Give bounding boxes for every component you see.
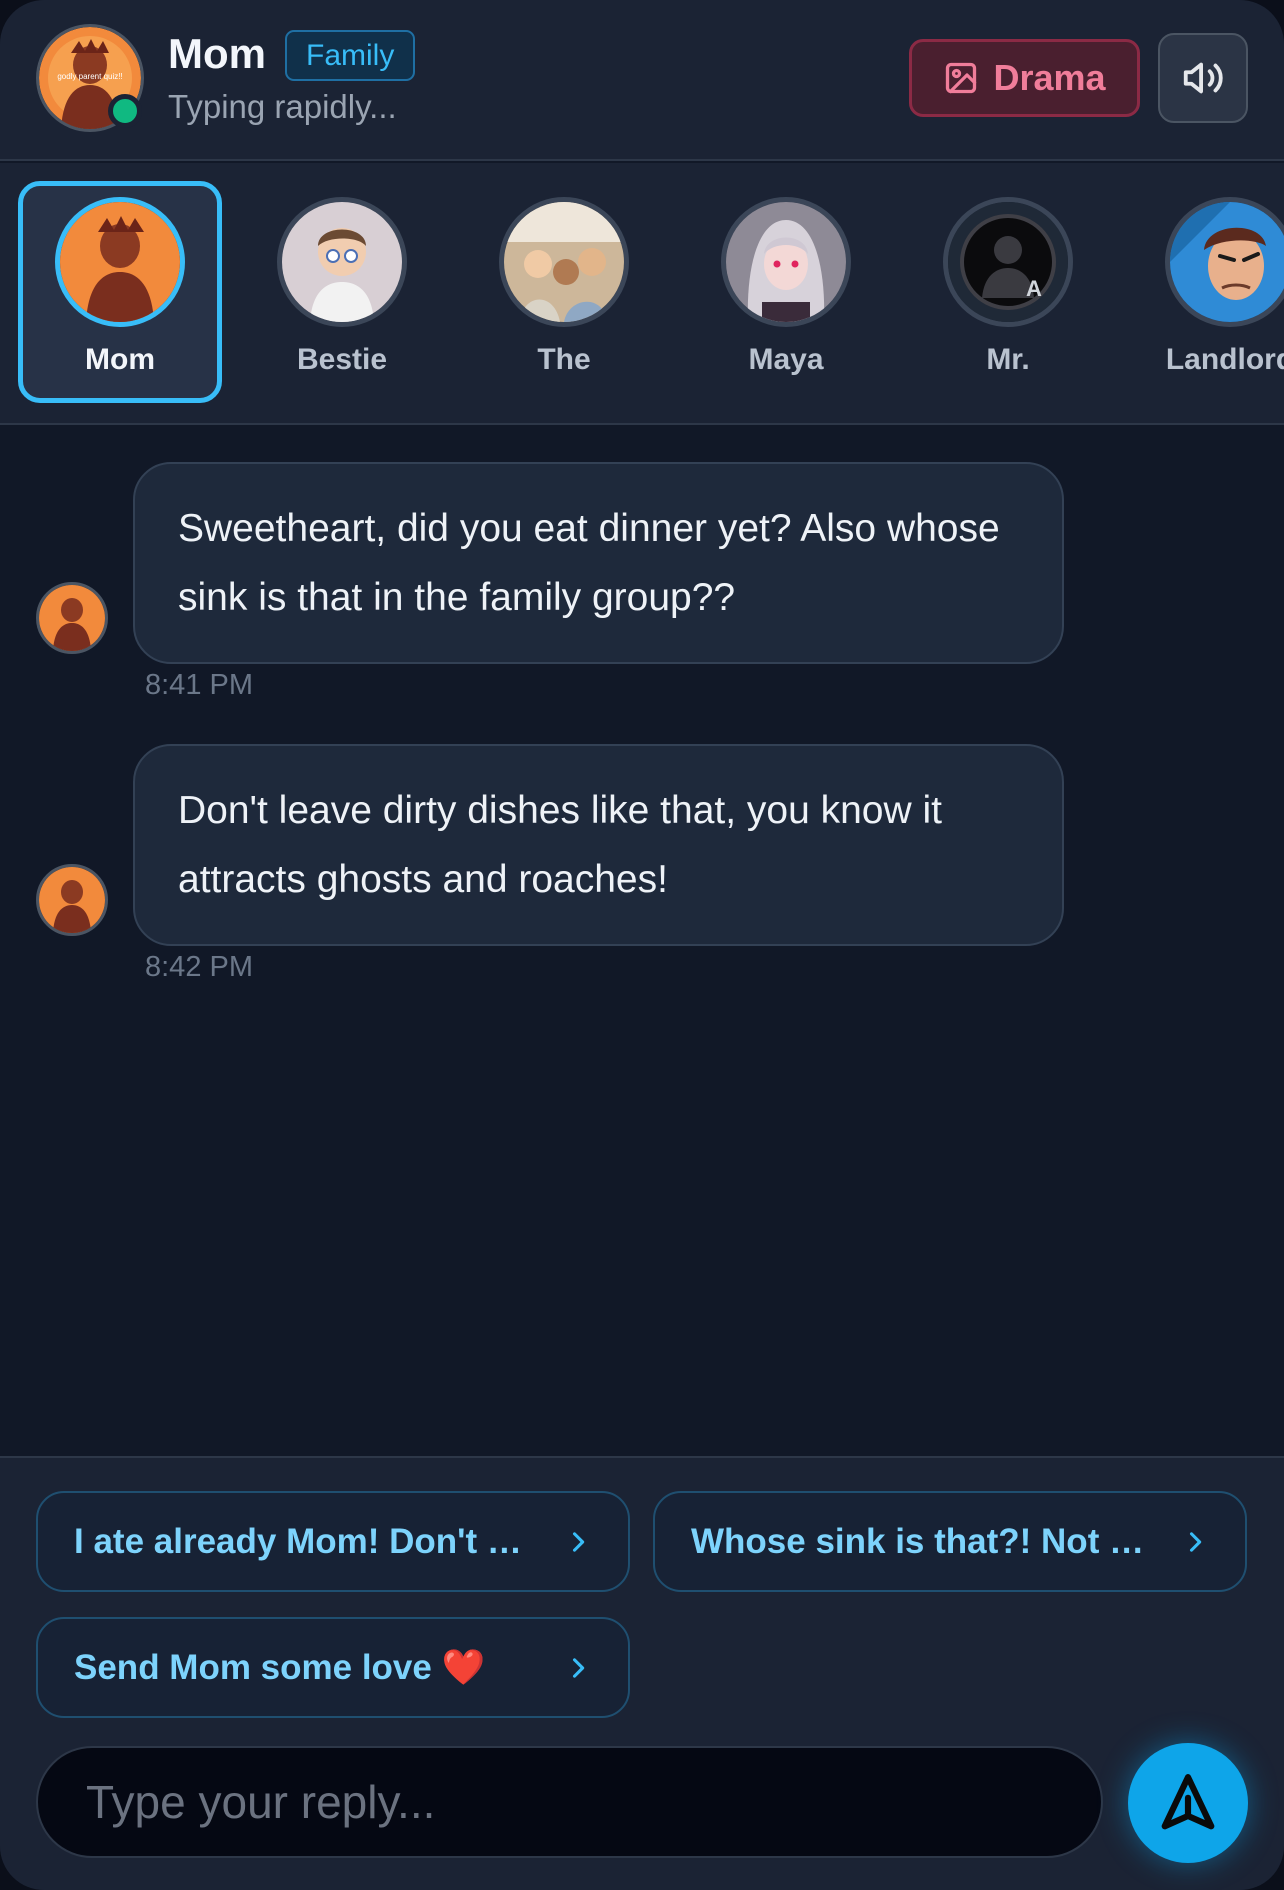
quick-reply-button[interactable]: I ate already Mom! Don't worry (36, 1491, 630, 1592)
typing-status: Typing rapidly... (168, 88, 397, 125)
contacts-strip: Mom Bestie The Maya A Mr. Landlord (0, 163, 1284, 425)
mom-avatar-image (60, 202, 180, 322)
avatar (36, 864, 108, 936)
contact-name: Maya (748, 343, 824, 376)
avatar (721, 197, 851, 327)
sound-toggle-button[interactable] (1158, 33, 1248, 123)
mom-avatar-image (39, 867, 105, 933)
quick-reply-label: I ate already Mom! Don't worry (74, 1521, 546, 1561)
message-text: Sweetheart, did you eat dinner yet? Also… (178, 507, 1000, 619)
message-timestamp: 8:42 PM (145, 951, 253, 983)
contact-the[interactable]: The (462, 181, 666, 403)
avatar (36, 582, 108, 654)
maya-avatar-image (726, 202, 846, 322)
speaker-icon (1183, 62, 1223, 94)
send-button[interactable] (1128, 1743, 1248, 1863)
message-text: Don't leave dirty dishes like that, you … (178, 789, 942, 901)
contact-name: Mr. (986, 343, 1030, 376)
send-icon (1161, 1774, 1215, 1830)
contact-name: The (537, 343, 591, 376)
chevron-right-icon (572, 1531, 585, 1552)
landlord-avatar-image (1170, 202, 1284, 322)
contact-mr[interactable]: A Mr. (906, 181, 1110, 403)
contact-mom[interactable]: Mom (18, 181, 222, 403)
drama-button-label: Drama (993, 57, 1106, 98)
chat-header: godly parent quiz!! Mom Family Typing ra… (0, 0, 1284, 161)
chevron-right-icon (572, 1657, 585, 1678)
quick-reply-button[interactable]: Whose sink is that?! Not mine! (653, 1491, 1247, 1592)
message-list: Sweetheart, did you eat dinner yet? Also… (0, 427, 1284, 1457)
mr-avatar-image: A (948, 202, 1068, 322)
reply-input[interactable] (36, 1746, 1103, 1858)
contact-name: Mom (85, 343, 155, 376)
contact-maya[interactable]: Maya (684, 181, 888, 403)
message-timestamp: 8:41 PM (145, 669, 253, 701)
contact-name: Landlord (1165, 343, 1284, 376)
chevron-right-icon (1189, 1531, 1202, 1552)
app-frame: godly parent quiz!! Mom Family Typing ra… (0, 0, 1284, 1890)
avatar (499, 197, 629, 327)
avatar (1165, 197, 1284, 327)
group-avatar-image (504, 202, 624, 322)
relationship-tag: Family (285, 30, 416, 81)
svg-text:A: A (1026, 276, 1042, 301)
contact-bestie[interactable]: Bestie (240, 181, 444, 403)
avatar (277, 197, 407, 327)
quick-reply-label: Whose sink is that?! Not mine! (691, 1521, 1163, 1561)
avatar-caption: godly parent quiz!! (57, 72, 122, 81)
quick-reply-label: Send Mom some love ❤️ (74, 1648, 486, 1687)
contact-landlord[interactable]: Landlord (1128, 181, 1284, 403)
quick-reply-button[interactable]: Send Mom some love ❤️ (36, 1617, 630, 1718)
mom-avatar-image (39, 585, 105, 651)
image-icon (946, 62, 977, 94)
bestie-avatar-image (282, 202, 402, 322)
contact-name: Mom (168, 30, 266, 77)
drama-button[interactable]: Drama (909, 39, 1140, 117)
avatar: A (943, 197, 1073, 327)
avatar (55, 197, 185, 327)
message-bubble: Sweetheart, did you eat dinner yet? Also… (133, 462, 1064, 664)
reply-area: I ate already Mom! Don't worry Whose sin… (0, 1456, 1284, 1890)
contact-name: Bestie (296, 343, 388, 376)
message-bubble: Don't leave dirty dishes like that, you … (133, 744, 1064, 946)
online-status-dot (108, 94, 142, 128)
